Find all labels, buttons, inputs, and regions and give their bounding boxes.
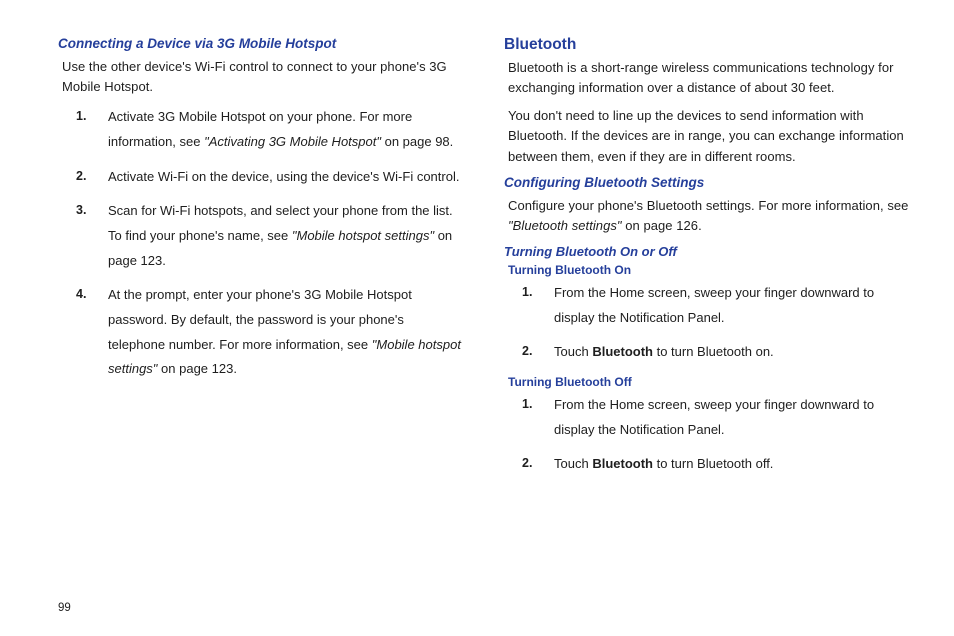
bluetooth-off-steps: From the Home screen, sweep your finger …: [504, 393, 916, 477]
list-item: Touch Bluetooth to turn Bluetooth on.: [550, 340, 916, 365]
step-text: From the Home screen, sweep your finger …: [554, 285, 874, 325]
list-item: Activate Wi-Fi on the device, using the …: [104, 165, 464, 190]
section-heading-connecting: Connecting a Device via 3G Mobile Hotspo…: [58, 36, 464, 51]
step-text: on page 98.: [381, 134, 453, 149]
list-item: From the Home screen, sweep your finger …: [550, 281, 916, 330]
section-heading-bluetooth: Bluetooth: [504, 36, 916, 54]
step-text: Activate Wi-Fi on the device, using the …: [108, 169, 459, 184]
intro-text: Use the other device's Wi-Fi control to …: [62, 57, 464, 97]
sub-sub-heading-on: Turning Bluetooth On: [508, 263, 916, 277]
manual-page: Connecting a Device via 3G Mobile Hotspo…: [0, 0, 954, 636]
bluetooth-on-steps: From the Home screen, sweep your finger …: [504, 281, 916, 365]
xref-link: "Mobile hotspot settings": [292, 228, 434, 243]
sub-heading-config: Configuring Bluetooth Settings: [504, 175, 916, 190]
body-span: on page 126.: [622, 218, 702, 233]
body-text: Configure your phone's Bluetooth setting…: [508, 196, 916, 236]
step-text: to turn Bluetooth off.: [653, 456, 773, 471]
body-text: Bluetooth is a short-range wireless comm…: [508, 58, 916, 98]
xref-link: "Bluetooth settings": [508, 218, 622, 233]
page-number: 99: [58, 602, 71, 614]
step-text: Touch: [554, 456, 592, 471]
right-column: Bluetooth Bluetooth is a short-range wir…: [492, 36, 926, 618]
ui-label: Bluetooth: [592, 344, 653, 359]
step-text: to turn Bluetooth on.: [653, 344, 774, 359]
step-text: From the Home screen, sweep your finger …: [554, 397, 874, 437]
step-text: At the prompt, enter your phone's 3G Mob…: [108, 287, 412, 351]
list-item: From the Home screen, sweep your finger …: [550, 393, 916, 442]
ui-label: Bluetooth: [592, 456, 653, 471]
left-column: Connecting a Device via 3G Mobile Hotspo…: [58, 36, 492, 618]
step-text: on page 123.: [157, 361, 237, 376]
body-span: Configure your phone's Bluetooth setting…: [508, 198, 908, 213]
step-text: Touch: [554, 344, 592, 359]
list-item: Touch Bluetooth to turn Bluetooth off.: [550, 452, 916, 477]
list-item: At the prompt, enter your phone's 3G Mob…: [104, 283, 464, 382]
hotspot-steps: Activate 3G Mobile Hotspot on your phone…: [58, 105, 464, 382]
body-text: You don't need to line up the devices to…: [508, 106, 916, 166]
sub-heading-toggle: Turning Bluetooth On or Off: [504, 244, 916, 259]
list-item: Activate 3G Mobile Hotspot on your phone…: [104, 105, 464, 154]
xref-link: "Activating 3G Mobile Hotspot": [204, 134, 381, 149]
list-item: Scan for Wi-Fi hotspots, and select your…: [104, 199, 464, 273]
sub-sub-heading-off: Turning Bluetooth Off: [508, 375, 916, 389]
